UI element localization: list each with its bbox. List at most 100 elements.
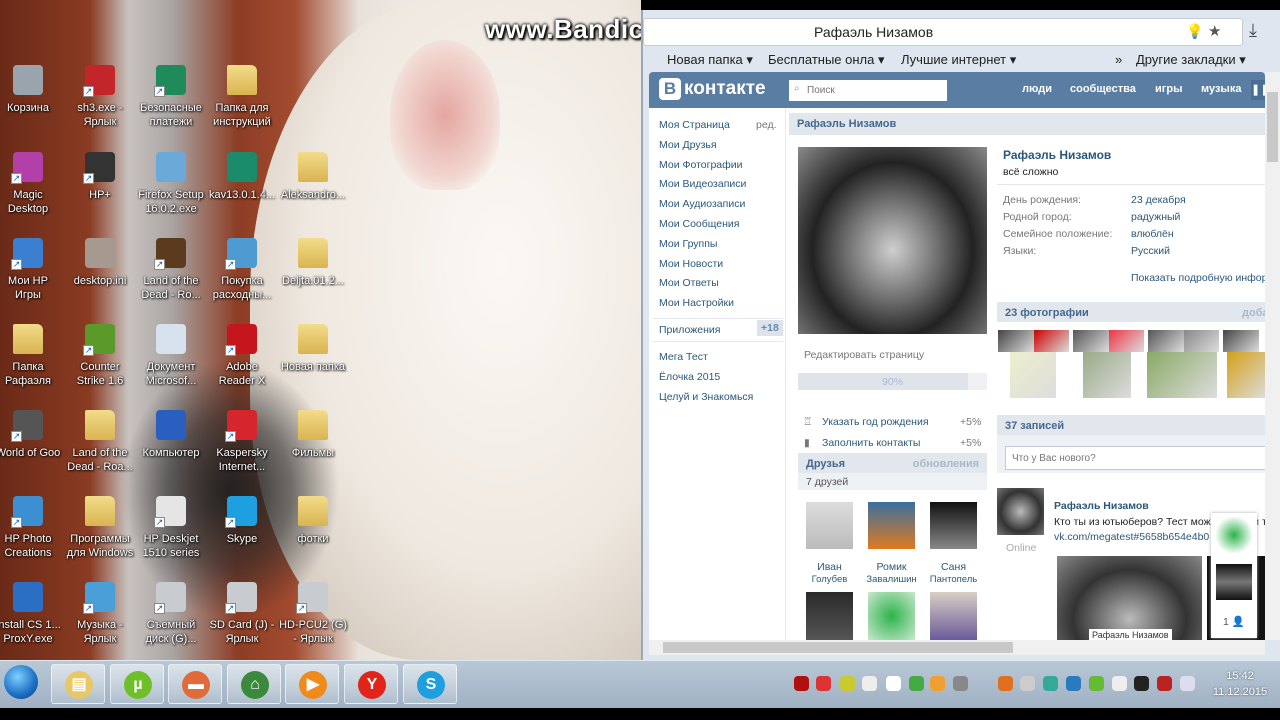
menu-item[interactable]: Мои Видеозаписи — [659, 178, 746, 190]
app-link[interactable]: Целуй и Знакомься — [659, 391, 753, 403]
menu-item[interactable]: Мои Фотографии — [659, 159, 743, 171]
menu-item[interactable]: Мои Сообщения — [659, 218, 739, 230]
desktop-icon[interactable]: Deljta.01.2... — [277, 238, 349, 288]
menu-item[interactable]: Мои Новости — [659, 258, 723, 270]
tip-birth-year[interactable]: Указать год рождения — [822, 416, 929, 428]
friend-first-name[interactable]: Иван — [798, 561, 861, 573]
friends-count[interactable]: 7 друзей — [798, 473, 987, 490]
app-icon[interactable] — [1020, 676, 1035, 691]
friend-first-name[interactable]: Ромик — [860, 561, 923, 573]
photo-thumbnail[interactable] — [1109, 330, 1144, 352]
friend-photo[interactable] — [806, 592, 853, 640]
desktop-icon[interactable]: ↗ HD-PCU2 (G) - Ярлык — [277, 582, 349, 646]
photo-thumbnail[interactable] — [1223, 330, 1259, 352]
liker-avatar[interactable] — [1216, 564, 1252, 600]
info-value[interactable]: Русский — [1131, 245, 1170, 257]
desktop-icon[interactable]: ↗ Музыка - Ярлык — [64, 582, 136, 646]
desktop-icon[interactable]: Land of the Dead - Roa... — [64, 410, 136, 474]
show-more-info-link[interactable]: Показать подробную информ — [1131, 272, 1265, 284]
photo-thumbnail[interactable] — [998, 330, 1034, 352]
desktop-icon[interactable]: ↗ HP+ — [64, 152, 136, 202]
app-link[interactable]: Ёлочка 2015 — [659, 371, 720, 383]
photo-thumbnail[interactable] — [1073, 330, 1109, 352]
edit-profile-link[interactable]: ред. — [756, 119, 777, 131]
taskbar-app[interactable]: ▤ — [51, 664, 105, 704]
friend-photo[interactable] — [868, 502, 915, 549]
photo-thumbnail[interactable] — [1227, 352, 1265, 398]
friend-last-name[interactable]: Голубев — [798, 574, 861, 585]
other-bookmarks[interactable]: Другие закладки ▾ — [1136, 52, 1246, 68]
info-value[interactable]: 23 декабря — [1131, 194, 1186, 206]
desktop-icon[interactable]: ↗ Counter Strike 1.6 — [64, 324, 136, 388]
desktop-icon[interactable]: ↗ World of Goo — [0, 410, 64, 460]
desktop-icon[interactable]: ↗ Adobe Reader X — [206, 324, 278, 388]
desktop-icon[interactable]: Программы для Windows — [64, 496, 136, 560]
desktop-icon[interactable]: Документ Microsof... — [135, 324, 207, 388]
taskbar-app[interactable]: ▶ — [285, 664, 339, 704]
desktop-icon[interactable]: ↗ sh3.exe - Ярлык — [64, 65, 136, 129]
shield-icon[interactable] — [909, 676, 924, 691]
desktop-icon[interactable]: ↗ HP Deskjet 1510 series — [135, 496, 207, 560]
photo-thumbnail[interactable] — [1010, 352, 1056, 398]
photo-thumbnail[interactable] — [1083, 352, 1131, 398]
star-icon[interactable]: ★ — [1208, 22, 1221, 40]
power-icon[interactable] — [953, 676, 968, 691]
photo-thumbnail[interactable] — [1148, 330, 1184, 352]
desktop-icon[interactable]: kav13.0.1.4... — [206, 152, 278, 202]
horizontal-scrollbar[interactable] — [649, 640, 1265, 655]
bookmark-folder[interactable]: Лучшие интернет ▾ — [901, 52, 1016, 68]
menu-item[interactable]: Мои Аудиозаписи — [659, 198, 745, 210]
profile-avatar[interactable] — [798, 147, 987, 334]
taskbar-app[interactable]: ▬ — [168, 664, 222, 704]
bookmark-folder[interactable]: Бесплатные онла ▾ — [768, 52, 885, 68]
desktop-icon[interactable]: Фильмы — [277, 410, 349, 460]
nav-communities[interactable]: сообщества — [1070, 83, 1136, 95]
vk-search-input[interactable] — [789, 80, 947, 101]
menu-item[interactable]: Мои Группы — [659, 238, 717, 250]
photo-thumbnail[interactable] — [1034, 330, 1069, 352]
record-icon[interactable] — [794, 676, 809, 691]
app-link[interactable]: Мега Тест — [659, 351, 708, 363]
desktop-icon[interactable]: ↗ Безопасные платежи — [135, 65, 207, 129]
vertical-scrollbar[interactable] — [1265, 72, 1280, 640]
app-icon[interactable] — [1134, 676, 1149, 691]
desktop-icon[interactable]: ↗ SD Card (J) - Ярлык — [206, 582, 278, 646]
bookmark-folder[interactable]: Новая папка ▾ — [667, 52, 753, 68]
add-photos-link[interactable]: добавить — [1242, 307, 1265, 319]
info-value[interactable]: радужный — [1131, 211, 1180, 223]
photo-thumbnail[interactable] — [1147, 352, 1217, 398]
menu-item[interactable]: Мои Настройки — [659, 297, 734, 309]
java-icon[interactable] — [998, 676, 1013, 691]
friend-photo[interactable] — [868, 592, 915, 640]
desktop-icon[interactable]: ↗ Покупка расходны... — [206, 238, 278, 302]
menu-item[interactable]: Мои Ответы — [659, 277, 719, 289]
taskbar-app[interactable]: S — [403, 664, 457, 704]
wall-post-input[interactable] — [1005, 446, 1265, 470]
menu-item[interactable]: Мои Друзья — [659, 139, 717, 151]
post-link[interactable]: vk.com/megatest#5658b654e4b0 — [1054, 531, 1209, 543]
action-center-flag-icon[interactable] — [1112, 676, 1127, 691]
edit-page-link[interactable]: Редактировать страницу — [804, 349, 924, 361]
address-bar[interactable]: Рафаэль Низамов 💡 ★ — [643, 18, 1243, 46]
desktop-icon[interactable]: Папка для инструкций — [206, 65, 278, 129]
start-button[interactable] — [4, 665, 38, 699]
info-value[interactable]: влюблён — [1131, 228, 1174, 240]
system-clock[interactable]: 15:42 11.12.2015 — [1205, 668, 1275, 700]
friend-first-name[interactable]: Саня — [922, 561, 985, 573]
vk-logo[interactable]: Вконтакте — [659, 78, 766, 100]
desktop-icon[interactable]: ↗ Мои HP Игры — [0, 238, 64, 302]
nav-music[interactable]: музыка — [1201, 83, 1241, 95]
desktop-icon[interactable]: Firefox Setup 16.0.2.exe — [135, 152, 207, 216]
tip-contacts[interactable]: Заполнить контакты — [822, 437, 920, 449]
desktop-icon[interactable]: Корзина — [0, 65, 64, 115]
more-bookmarks-button[interactable]: » — [1115, 52, 1122, 67]
desktop-icon[interactable]: ↗ HP Photo Creations — [0, 496, 64, 560]
post-image[interactable]: Рафаэль Низамов — [1057, 556, 1202, 640]
nav-people[interactable]: люди — [1022, 83, 1052, 95]
network-icon[interactable] — [862, 676, 877, 691]
friend-photo[interactable] — [930, 502, 977, 549]
wall-header[interactable]: 37 записей — [997, 415, 1265, 435]
post-author-avatar[interactable] — [997, 488, 1044, 535]
taskbar-app[interactable]: Y — [344, 664, 398, 704]
desktop-icon[interactable]: ↗ Land of the Dead - Ro... — [135, 238, 207, 302]
